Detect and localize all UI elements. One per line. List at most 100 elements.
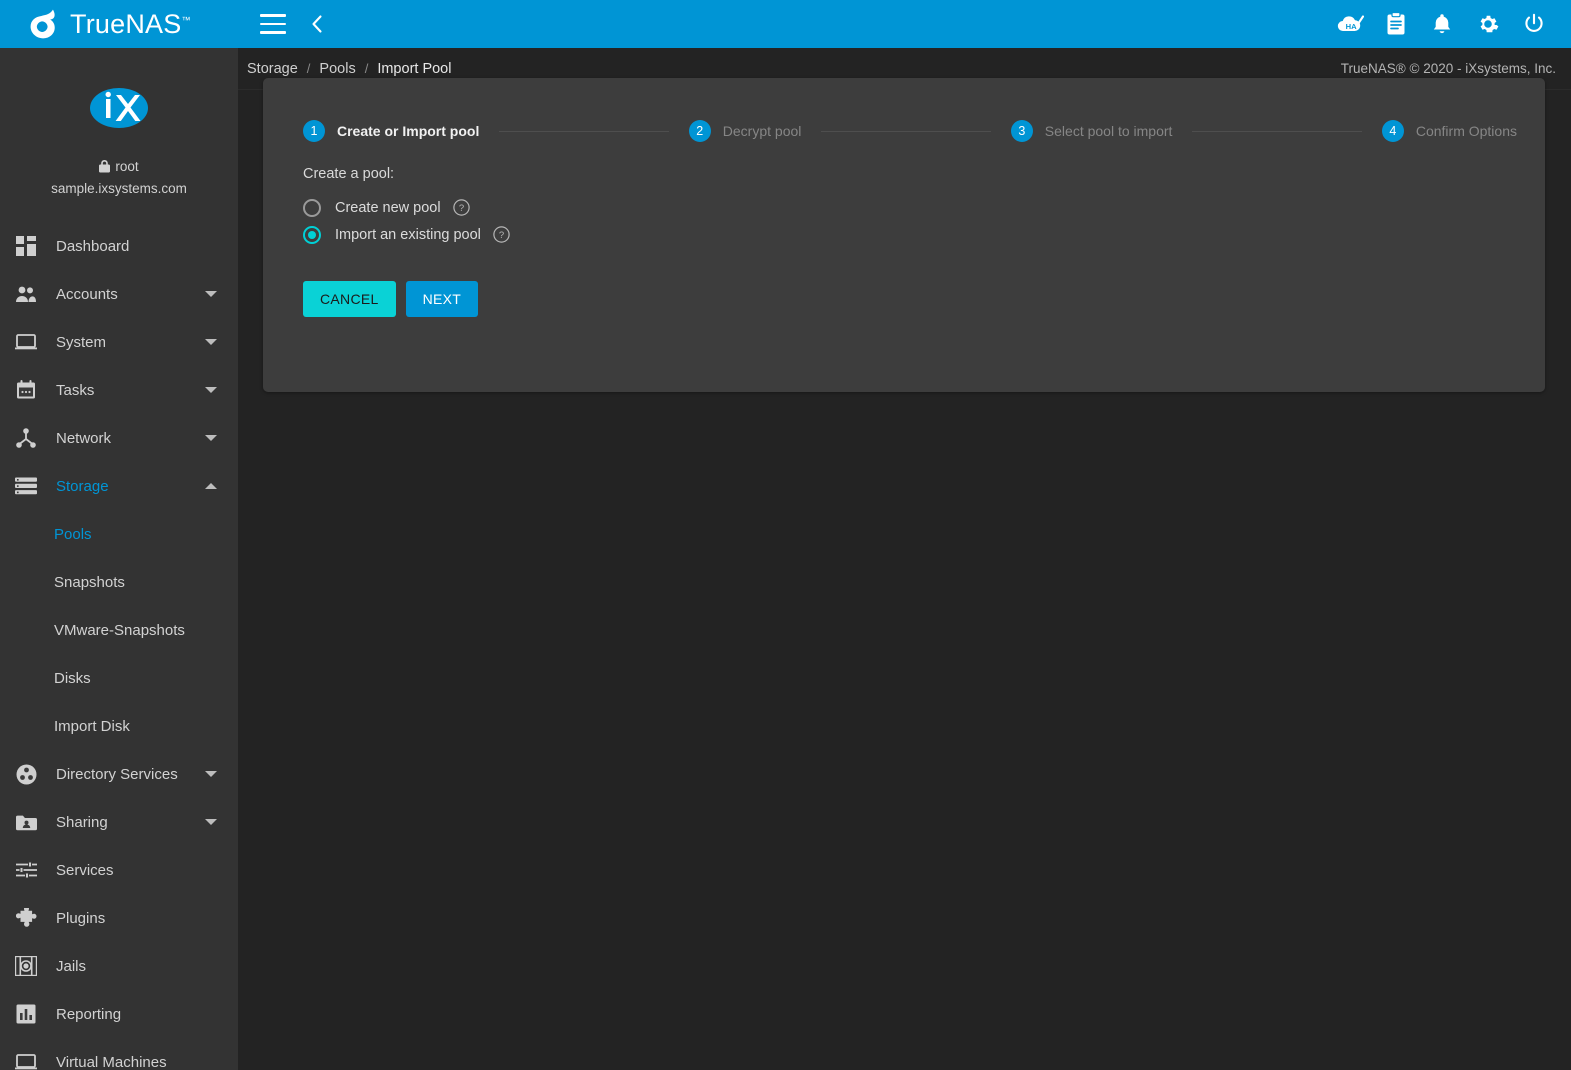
step-number: 3 (1011, 120, 1033, 142)
sidebar-item-label: Jails (56, 958, 238, 975)
sharing-folder-icon (12, 810, 40, 834)
sidebar-item-directory-services[interactable]: Directory Services (0, 750, 238, 798)
brand-header[interactable]: TrueNAS™ (0, 0, 238, 48)
dashboard-grid-icon (12, 234, 40, 258)
sidebar-item-tasks[interactable]: Tasks (0, 366, 238, 414)
hamburger-menu-icon[interactable] (260, 14, 286, 34)
breadcrumb-item-import-pool: Import Pool (377, 61, 451, 77)
bar-chart-icon (12, 1002, 40, 1026)
wizard-stepper: 1 Create or Import pool 2 Decrypt pool 3… (263, 78, 1545, 142)
sidebar-item-storage[interactable]: Storage (0, 462, 238, 510)
sidebar-nav: Dashboard Accounts System (0, 222, 238, 1070)
settings-gear-icon[interactable] (1465, 0, 1511, 48)
chevron-down-icon[interactable] (200, 339, 222, 345)
sidebar-item-system[interactable]: System (0, 318, 238, 366)
username-text: root (115, 159, 138, 174)
notifications-bell-icon[interactable] (1419, 0, 1465, 48)
storage-server-icon (12, 474, 40, 498)
sidebar-item-pools[interactable]: Pools (0, 510, 238, 558)
sidebar-item-plugins[interactable]: Plugins (0, 894, 238, 942)
sidebar-item-accounts[interactable]: Accounts (0, 270, 238, 318)
sidebar-subitem-label: Snapshots (54, 574, 125, 591)
logged-in-user: root (0, 159, 238, 174)
form-label: Create a pool: (303, 166, 1545, 182)
jails-icon (12, 954, 40, 978)
chevron-down-icon[interactable] (200, 771, 222, 777)
chevron-down-icon[interactable] (200, 819, 222, 825)
wizard-step-4[interactable]: 4 Confirm Options (1382, 120, 1517, 142)
sidebar-subitem-label: Import Disk (54, 718, 130, 735)
directory-services-icon (12, 762, 40, 786)
sidebar-item-label: Services (56, 862, 238, 879)
step-number: 4 (1382, 120, 1404, 142)
sidebar-item-label: Sharing (56, 814, 200, 831)
chevron-down-icon[interactable] (200, 291, 222, 297)
radio-option-import-existing-pool[interactable]: Import an existing pool ? (303, 221, 1545, 248)
lock-icon (99, 160, 110, 173)
breadcrumb-item-storage[interactable]: Storage (247, 61, 298, 77)
radio-button[interactable] (303, 199, 321, 217)
help-circle-icon[interactable]: ? (453, 199, 470, 216)
sidebar-subitem-label: Disks (54, 670, 91, 687)
sidebar-item-sharing[interactable]: Sharing (0, 798, 238, 846)
sidebar-item-reporting[interactable]: Reporting (0, 990, 238, 1038)
chevron-left-icon[interactable] (310, 14, 324, 34)
main-area: HA (238, 0, 1571, 1070)
chevron-down-icon[interactable] (200, 435, 222, 441)
step-label: Confirm Options (1416, 123, 1517, 139)
sidebar-item-network[interactable]: Network (0, 414, 238, 462)
svg-text:?: ? (458, 203, 463, 214)
next-button[interactable]: NEXT (406, 281, 479, 317)
breadcrumb: Storage / Pools / Import Pool (247, 61, 451, 77)
chevron-up-icon[interactable] (200, 483, 222, 489)
wizard-step-2[interactable]: 2 Decrypt pool (689, 120, 802, 142)
laptop-icon (12, 1050, 40, 1070)
power-icon[interactable] (1511, 0, 1557, 48)
import-pool-wizard-card: 1 Create or Import pool 2 Decrypt pool 3… (263, 78, 1545, 392)
step-label: Create or Import pool (337, 123, 479, 139)
sidebar: TrueNAS™ root sample.ixsystems.com (0, 0, 238, 1070)
laptop-icon (12, 330, 40, 354)
sidebar-item-label: Accounts (56, 286, 200, 303)
cancel-button[interactable]: CANCEL (303, 281, 396, 317)
sidebar-item-label: Reporting (56, 1006, 238, 1023)
puzzle-piece-icon (12, 906, 40, 930)
ha-status-icon[interactable]: HA (1327, 0, 1373, 48)
network-nodes-icon (12, 426, 40, 450)
sidebar-item-disks[interactable]: Disks (0, 654, 238, 702)
sidebar-item-vmware-snapshots[interactable]: VMware-Snapshots (0, 606, 238, 654)
copyright-text: TrueNAS® © 2020 - iXsystems, Inc. (1341, 61, 1561, 76)
sidebar-item-import-disk[interactable]: Import Disk (0, 702, 238, 750)
sidebar-item-label: System (56, 334, 200, 351)
step-number: 1 (303, 120, 325, 142)
step-label: Decrypt pool (723, 123, 802, 139)
wizard-step-1[interactable]: 1 Create or Import pool (303, 120, 479, 142)
people-icon (12, 282, 40, 306)
sidebar-item-jails[interactable]: Jails (0, 942, 238, 990)
clipboard-tasks-icon[interactable] (1373, 0, 1419, 48)
hostname-text: sample.ixsystems.com (0, 181, 238, 196)
radio-button[interactable] (303, 226, 321, 244)
radio-label: Import an existing pool (335, 227, 481, 243)
step-label: Select pool to import (1045, 123, 1173, 139)
radio-option-create-new-pool[interactable]: Create new pool ? (303, 194, 1545, 221)
sidebar-item-label: Network (56, 430, 200, 447)
sidebar-item-label: Directory Services (56, 766, 200, 783)
sidebar-item-virtual-machines[interactable]: Virtual Machines (0, 1038, 238, 1070)
sidebar-item-label: Tasks (56, 382, 200, 399)
sidebar-item-dashboard[interactable]: Dashboard (0, 222, 238, 270)
sidebar-item-snapshots[interactable]: Snapshots (0, 558, 238, 606)
chevron-down-icon[interactable] (200, 387, 222, 393)
truenas-logo-icon (26, 7, 62, 41)
brand-trademark: ™ (181, 15, 190, 25)
radio-label: Create new pool (335, 200, 441, 216)
breadcrumb-separator: / (365, 61, 369, 76)
sliders-icon (12, 858, 40, 882)
breadcrumb-item-pools[interactable]: Pools (319, 61, 355, 77)
sidebar-item-services[interactable]: Services (0, 846, 238, 894)
step-number: 2 (689, 120, 711, 142)
wizard-step-3[interactable]: 3 Select pool to import (1011, 120, 1173, 142)
calendar-icon (12, 378, 40, 402)
truenas-app: TrueNAS™ root sample.ixsystems.com (0, 0, 1571, 1070)
help-circle-icon[interactable]: ? (493, 226, 510, 243)
